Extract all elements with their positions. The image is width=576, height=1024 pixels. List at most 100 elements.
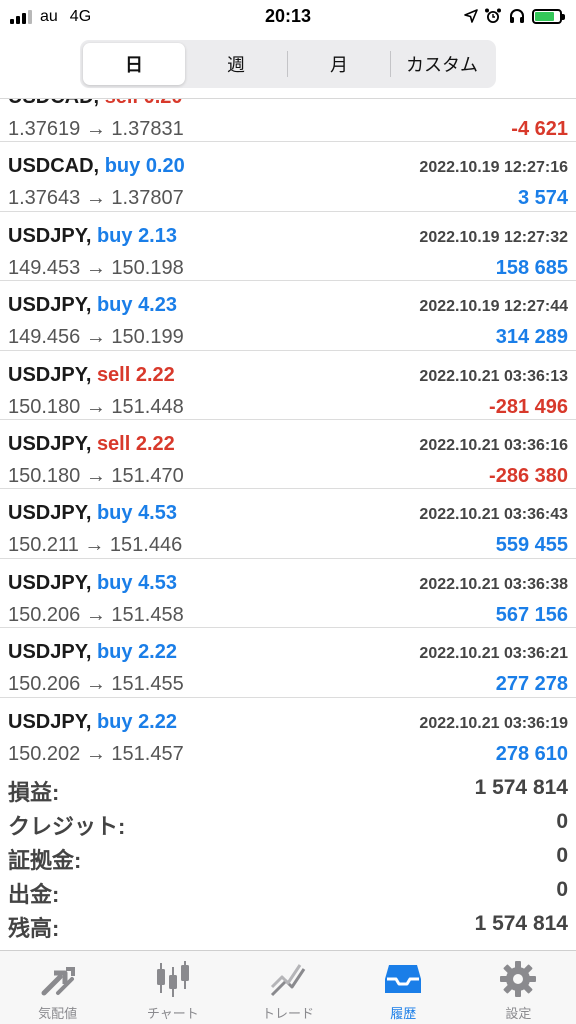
deal-symbol: USDJPY, (8, 363, 92, 386)
deal-prices: 1.37619 → 1.37831 (8, 118, 184, 140)
tab-week[interactable]: 週 (185, 43, 287, 85)
deal-time: 2022.10.19 12:27:32 (419, 228, 568, 246)
summary-label: 証拠金: (8, 848, 82, 873)
deal-prices: 150.180 → 151.448 (8, 395, 184, 418)
tab-label: 気配値 (38, 1006, 78, 1021)
deal-row[interactable]: USDJPY, buy 4.53 2022.10.21 03:36:43 150… (0, 489, 576, 559)
deal-row[interactable]: USDJPY, sell 2.22 2022.10.21 03:36:13 15… (0, 351, 576, 420)
deal-symbol: USDJPY, (8, 224, 92, 247)
deal-prices: 150.206 → 151.458 (8, 603, 184, 626)
deal-volume: 4.53 (138, 502, 177, 525)
deal-volume: 2.13 (138, 224, 177, 247)
deal-profit: 3 574 (517, 187, 568, 210)
deal-time: 2022.10.21 03:36:21 (419, 645, 568, 663)
deal-symbol-line: USDCAD, buy 0.20 (8, 155, 185, 178)
gear-icon (500, 961, 537, 997)
deal-volume: 0.20 (144, 99, 183, 108)
summary-value: 0 (556, 844, 568, 867)
deal-volume: 4.23 (138, 294, 177, 317)
deal-direction: buy (96, 294, 133, 317)
summary-value: 1 574 814 (474, 912, 568, 935)
deal-time: 2022.10.21 03:36:13 (419, 367, 568, 385)
deal-row[interactable]: USDJPY, sell 2.22 2022.10.21 03:36:16 15… (0, 420, 576, 490)
deal-profit: 158 685 (495, 256, 568, 279)
summary-row-margin: 証拠金: 0 (0, 839, 576, 873)
tab-day[interactable]: 日 (83, 43, 185, 85)
deal-symbol-line: USDJPY, buy 2.22 (8, 711, 177, 734)
deal-direction: sell (105, 99, 138, 108)
tab-quotes[interactable]: 気配値 (0, 951, 115, 1024)
deal-volume: 2.22 (135, 363, 175, 386)
deal-profit: 277 278 (495, 673, 568, 696)
deal-row[interactable]: USDJPY, buy 2.13 2022.10.19 12:27:32 149… (0, 212, 576, 282)
deal-symbol: USDJPY, (8, 502, 92, 525)
deal-list-viewport[interactable]: USDCAD, sell 0.20 1.37619 → 1.37831 -4 6… (0, 99, 576, 765)
deal-prices: 150.211 → 151.446 (8, 534, 183, 557)
deal-row[interactable]: USDJPY, buy 4.53 2022.10.21 03:36:38 150… (0, 559, 576, 629)
deal-list: USDCAD, sell 0.20 1.37619 → 1.37831 -4 6… (0, 99, 576, 765)
battery-icon (532, 8, 565, 24)
summary-row-withdrawal: 出金: 0 (0, 873, 576, 907)
tab-custom[interactable]: カスタム (391, 43, 493, 85)
deal-profit: 567 156 (495, 603, 568, 626)
deal-symbol-line: USDJPY, sell 2.22 (8, 433, 175, 456)
deal-direction: sell (96, 432, 131, 455)
deal-symbol-line: USDJPY, sell 2.22 (8, 364, 175, 387)
tab-settings[interactable]: 設定 (461, 951, 576, 1024)
trade-chart-icon (270, 964, 306, 997)
summary-label: 残高: (8, 916, 60, 941)
tab-trade[interactable]: トレード (230, 951, 345, 1024)
bottom-tab-bar: 気配値 チャート トレード 履歴 設定 (0, 950, 576, 1024)
summary-row-profit: 損益: 1 574 814 (0, 771, 576, 805)
deal-direction: buy (96, 571, 133, 594)
tab-label: 設定 (505, 1006, 532, 1021)
summary-row-credit: クレジット: 0 (0, 805, 576, 839)
deal-direction: buy (104, 155, 141, 178)
tab-label: チャート (146, 1006, 199, 1021)
deal-row[interactable]: USDJPY, buy 2.22 2022.10.21 03:36:19 150… (0, 698, 576, 765)
tab-history[interactable]: 履歴 (346, 951, 461, 1024)
deal-direction: buy (96, 224, 133, 247)
summary-label: 出金: (8, 882, 60, 907)
quotes-arrows-icon (41, 967, 75, 996)
deal-symbol-line: USDJPY, buy 4.23 (8, 294, 177, 317)
deal-volume: 4.53 (138, 571, 177, 594)
deal-volume: 2.22 (135, 432, 175, 455)
location-arrow-icon (464, 9, 478, 23)
deal-prices: 149.456 → 150.199 (8, 326, 184, 349)
deal-direction: sell (96, 363, 131, 386)
deal-symbol: USDJPY, (8, 432, 92, 455)
tab-month[interactable]: 月 (288, 43, 390, 85)
deal-prices: 150.180 → 151.470 (8, 464, 184, 487)
deal-profit: 559 455 (495, 534, 568, 557)
deal-symbol-line: USDJPY, buy 2.22 (8, 641, 177, 664)
deal-direction: buy (96, 710, 133, 733)
alarm-clock-icon (485, 8, 501, 23)
deal-volume: 2.22 (138, 710, 177, 733)
deal-symbol-line: USDJPY, buy 4.53 (8, 502, 177, 525)
deal-prices: 150.202 → 151.457 (8, 742, 184, 765)
tab-chart[interactable]: チャート (115, 951, 230, 1024)
deal-time: 2022.10.21 03:36:43 (419, 506, 568, 524)
deal-symbol-line: USDJPY, buy 4.53 (8, 572, 177, 595)
summary-label: 損益: (8, 780, 60, 805)
deal-symbol: USDJPY, (8, 294, 92, 317)
deal-time: 2022.10.19 12:27:16 (419, 159, 568, 177)
deal-profit: -286 380 (489, 464, 568, 487)
deal-prices: 149.453 → 150.198 (8, 256, 184, 279)
deal-profit: -4 621 (511, 118, 568, 140)
deal-row[interactable]: USDJPY, buy 4.23 2022.10.19 12:27:44 149… (0, 281, 576, 351)
deal-volume: 0.20 (145, 155, 185, 178)
tab-label: トレード (262, 1006, 315, 1021)
deal-symbol-line: USDCAD, sell 0.20 (8, 99, 183, 109)
deal-prices: 1.37643 → 1.37807 (8, 187, 184, 210)
period-segmented-control: 日 週 月 カスタム (80, 40, 496, 88)
deal-direction: buy (96, 641, 133, 664)
list-top-divider (0, 98, 576, 99)
deal-row[interactable]: USDCAD, buy 0.20 2022.10.19 12:27:16 1.3… (0, 142, 576, 212)
deal-row[interactable]: USDCAD, sell 0.20 1.37619 → 1.37831 -4 6… (0, 99, 576, 143)
status-right (464, 7, 565, 25)
deal-row[interactable]: USDJPY, buy 2.22 2022.10.21 03:36:21 150… (0, 628, 576, 698)
summary-value: 1 574 814 (474, 776, 568, 799)
deal-symbol: USDJPY, (8, 710, 92, 733)
